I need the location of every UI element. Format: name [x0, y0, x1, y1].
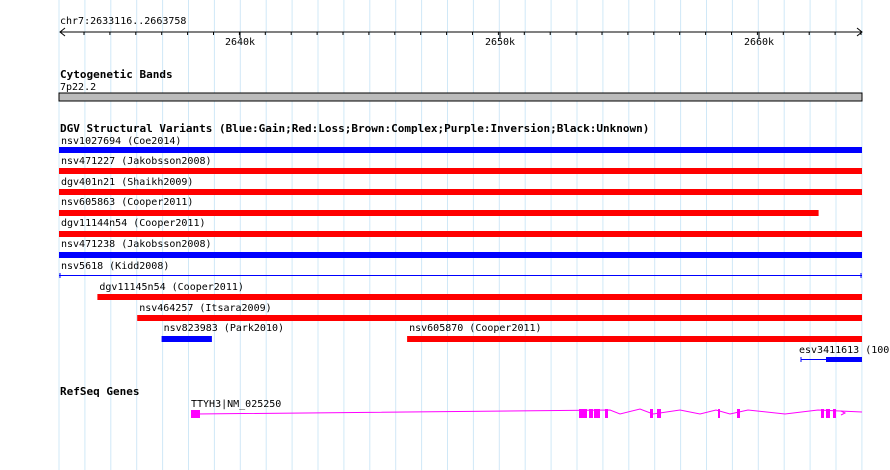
dgv-variant-bar[interactable]: [97, 294, 862, 300]
dgv-variant-label: nsv471238 (Jakobsson2008): [61, 239, 212, 250]
dgv-variant-label: nsv823983 (Park2010): [164, 323, 284, 334]
ruler-tick-label: 2660k: [744, 37, 774, 48]
dgv-variant-bar[interactable]: [59, 252, 862, 258]
dgv-variant-label: nsv471227 (Jakobsson2008): [61, 156, 212, 167]
dgv-variant-bar[interactable]: [826, 357, 862, 362]
cytoband-bar[interactable]: [58, 92, 863, 102]
dgv-variant-label: nsv1027694 (Coe2014): [61, 136, 181, 147]
dgv-variant-bar[interactable]: [59, 231, 862, 237]
gene-exon: [826, 409, 830, 418]
dgv-variant-label: nsv5618 (Kidd2008): [61, 261, 169, 272]
gene-exon: [718, 409, 720, 418]
dgv-variant-bar[interactable]: [59, 189, 862, 195]
ruler-tick-label: 2650k: [485, 37, 515, 48]
refseq-track-title[interactable]: RefSeq Genes: [60, 385, 139, 398]
gene-exon: [821, 409, 824, 418]
position-label: chr7:2633116..2663758: [60, 16, 186, 27]
dgv-variant-label: dgv11145n54 (Cooper2011): [99, 282, 244, 293]
dgv-variant-bar[interactable]: [161, 336, 212, 342]
gene-exon: [657, 409, 661, 418]
dgv-variant-label: dgv401n21 (Shaikh2009): [61, 177, 193, 188]
dgv-variant-bar[interactable]: [407, 336, 862, 342]
dgv-variant-label: nsv605863 (Cooper2011): [61, 197, 193, 208]
gene-intron-line: [195, 408, 863, 415]
dgv-track-title[interactable]: DGV Structural Variants (Blue:Gain;Red:L…: [60, 122, 649, 135]
gene-exon: [650, 409, 653, 418]
dgv-variant-bar[interactable]: [137, 315, 862, 321]
dgv-variant-label: nsv464257 (Itsara2009): [139, 303, 271, 314]
gene-label: TTYH3|NM_025250: [191, 399, 281, 410]
dgv-variant-label: dgv11144n54 (Cooper2011): [61, 218, 206, 229]
cytoband-label: 7p22.2: [60, 82, 96, 93]
gene-exon: [833, 409, 836, 418]
dgv-variant-label: esv3411613 (100: [799, 345, 889, 356]
gene-exon: [605, 409, 608, 418]
gene-exon: [589, 409, 593, 418]
ruler-tick-label: 2640k: [225, 37, 255, 48]
gene-exon: [579, 409, 587, 418]
dgv-variant-label: nsv605870 (Cooper2011): [409, 323, 541, 334]
dgv-variant-bar[interactable]: [59, 210, 819, 216]
gene-exon: [191, 410, 200, 418]
dgv-variant-bar[interactable]: [59, 147, 862, 153]
genome-browser-image: chr7:2633116..2663758 2640k 2650k 2660k …: [58, 0, 889, 470]
gene-exon: [737, 409, 740, 418]
ruler: [59, 27, 863, 38]
gene-exon: [594, 409, 600, 418]
dgv-variant-list: nsv1027694 (Coe2014) nsv471227 (Jakobsson…: [59, 136, 889, 362]
cytoband-track-title[interactable]: Cytogenetic Bands: [60, 68, 173, 81]
dgv-variant-bar[interactable]: [59, 168, 862, 174]
